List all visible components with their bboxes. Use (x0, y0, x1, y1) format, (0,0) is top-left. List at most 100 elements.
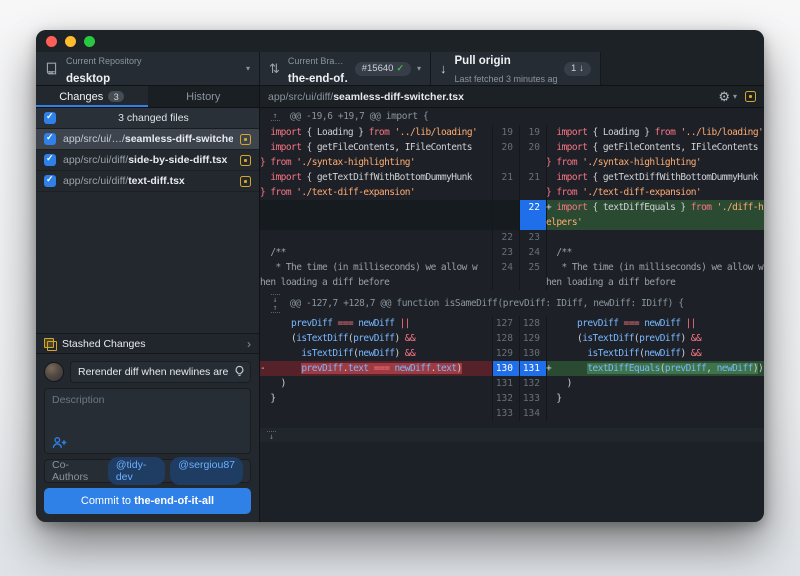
old-line-number[interactable]: 132 (492, 391, 519, 406)
description-box (44, 388, 251, 454)
diff-code-new[interactable]: import { getTextDiffWithBottomDummyHunk … (546, 170, 764, 200)
old-line-number[interactable]: 20 (492, 140, 519, 170)
expand-down-button[interactable]: ↓ (260, 428, 764, 442)
diff-hunk-header: ↓↑@@ -127,7 +128,7 @@ function isSameDif… (260, 290, 764, 316)
stashed-changes-row[interactable]: Stashed Changes › (36, 333, 259, 354)
new-line-number[interactable]: 132 (519, 376, 546, 391)
diff-path-bar: app/src/ui/diff/seamless-diff-switcher.t… (260, 86, 764, 108)
old-line-number[interactable]: 128 (492, 331, 519, 346)
diff-code-new[interactable] (546, 230, 764, 245)
diff-code-new[interactable]: * The time (in milliseconds) we allow w … (546, 260, 764, 290)
add-coauthor-icon[interactable] (52, 436, 68, 449)
old-line-number[interactable]: 131 (492, 376, 519, 391)
diff-body: ↑@@ -19,6 +19,7 @@ import { import { Loa… (260, 108, 764, 522)
description-input[interactable] (52, 394, 243, 436)
diff-code-old[interactable]: prevDiff === newDiff || (260, 316, 492, 331)
old-line-number[interactable]: 129 (492, 346, 519, 361)
new-line-number[interactable]: 129 (519, 331, 546, 346)
diff-code-old[interactable]: * The time (in milliseconds) we allow w … (260, 260, 492, 290)
old-line-number[interactable]: 133 (492, 406, 519, 421)
new-line-number[interactable]: 22 (519, 200, 546, 230)
new-line-number[interactable]: 24 (519, 245, 546, 260)
pull-origin-button[interactable]: ↓ Pull origin Last fetched 3 minutes ago… (431, 52, 601, 85)
diff-code-old[interactable] (260, 406, 492, 421)
file-row[interactable]: app/src/ui/…/seamless-diff-switcher.tsx (36, 129, 259, 150)
chevron-down-icon[interactable]: ▾ (733, 92, 737, 101)
file-checkbox[interactable] (44, 154, 56, 166)
diff-code-new[interactable]: import { getFileContents, IFileContents … (546, 140, 764, 170)
repository-picker[interactable]: Current Repository desktop ▾ (36, 52, 260, 85)
diff-code-old[interactable]: import { getTextDiffWithBottomDummyHunk … (260, 170, 492, 200)
coauthor-pill[interactable]: @sergiou87 (170, 457, 243, 485)
diff-code-new[interactable] (546, 406, 764, 421)
new-line-number[interactable]: 134 (519, 406, 546, 421)
diff-row: /**2324 /** (260, 245, 764, 260)
new-line-number[interactable]: 25 (519, 260, 546, 290)
old-line-number[interactable]: 130 (492, 361, 519, 376)
diff-code-old[interactable]: import { getFileContents, IFileContents … (260, 140, 492, 170)
expand-up-icon[interactable]: ↑ (271, 304, 280, 314)
diff-code-old[interactable]: } (260, 391, 492, 406)
arrow-down-icon: ↓ (579, 63, 584, 74)
coauthor-pill[interactable]: @tidy-dev (108, 457, 165, 485)
diff-code-new[interactable]: import { Loading } from '../lib/loading' (546, 125, 764, 140)
gear-icon[interactable]: ⚙ (718, 90, 730, 103)
include-all-checkbox[interactable] (44, 112, 56, 124)
new-line-number[interactable]: 130 (519, 346, 546, 361)
file-checkbox[interactable] (44, 133, 56, 145)
expand-down-icon[interactable]: ↓ (271, 293, 280, 303)
diff-row: isTextDiff(newDiff) &&129130 isTextDiff(… (260, 346, 764, 361)
minimize-button[interactable] (65, 36, 76, 47)
commit-form: Co-Authors @tidy-dev@sergiou87 Commit to… (36, 354, 259, 522)
old-line-number[interactable]: 24 (492, 260, 519, 290)
pull-count-badge: 1↓ (564, 62, 591, 76)
old-line-number[interactable]: 19 (492, 125, 519, 140)
diff-code-old[interactable] (260, 230, 492, 245)
old-line-number[interactable]: 23 (492, 245, 519, 260)
diff-code-new[interactable]: (isTextDiff(prevDiff) && (546, 331, 764, 346)
diff-code-old[interactable]: ) (260, 376, 492, 391)
branch-label: Current Bra… (288, 56, 344, 66)
diff-row: import { getTextDiffWithBottomDummyHunk … (260, 170, 764, 200)
diff-code-new[interactable]: isTextDiff(newDiff) && (546, 346, 764, 361)
diff-code-old[interactable]: - prevDiff.text === newDiff.text) (260, 361, 492, 376)
old-line-number[interactable]: 127 (492, 316, 519, 331)
new-line-number[interactable]: 131 (519, 361, 546, 376)
new-line-number[interactable]: 128 (519, 316, 546, 331)
file-checkbox[interactable] (44, 175, 56, 187)
old-line-number[interactable]: 22 (492, 230, 519, 245)
commit-button[interactable]: Commit to the-end-of-it-all (44, 488, 251, 514)
expand-up-icon[interactable]: ↑ (271, 112, 280, 122)
branch-picker[interactable]: ⇅ Current Bra… the-end-of… #15640✓ ▾ (260, 52, 431, 85)
file-row[interactable]: app/src/ui/diff/text-diff.tsx (36, 171, 259, 192)
diff-code-new[interactable]: /** (546, 245, 764, 260)
zoom-button[interactable] (84, 36, 95, 47)
new-line-number[interactable]: 133 (519, 391, 546, 406)
summary-input[interactable] (70, 361, 251, 383)
close-button[interactable] (46, 36, 57, 47)
diff-code-new[interactable]: ) (546, 376, 764, 391)
diff-code-old[interactable]: import { Loading } from '../lib/loading' (260, 125, 492, 140)
file-row[interactable]: app/src/ui/diff/side-by-side-diff.tsx (36, 150, 259, 171)
tab-history[interactable]: History (148, 86, 260, 107)
chevron-down-icon: ▾ (411, 64, 421, 73)
old-line-number[interactable] (492, 200, 519, 230)
diff-code-new[interactable]: + textDiffEquals(prevDiff, newDiff)) (546, 361, 764, 376)
new-line-number[interactable]: 19 (519, 125, 546, 140)
new-line-number[interactable]: 21 (519, 170, 546, 200)
expand-down-icon[interactable]: ↓ (267, 430, 276, 440)
diff-code-new[interactable]: prevDiff === newDiff || (546, 316, 764, 331)
diff-code-old[interactable]: /** (260, 245, 492, 260)
diff-row: * The time (in milliseconds) we allow w … (260, 260, 764, 290)
diff-code-old[interactable]: (isTextDiff(prevDiff) && (260, 331, 492, 346)
diff-code-new[interactable]: } (546, 391, 764, 406)
diff-code-new[interactable]: + import { textDiffEquals } from './diff… (546, 200, 764, 230)
app-window: Current Repository desktop ▾ ⇅ Current B… (36, 30, 764, 522)
old-line-number[interactable]: 21 (492, 170, 519, 200)
new-line-number[interactable]: 20 (519, 140, 546, 170)
diff-code-old[interactable]: isTextDiff(newDiff) && (260, 346, 492, 361)
modified-status-icon (240, 134, 251, 145)
diff-hunk-header: ↑@@ -19,6 +19,7 @@ import { (260, 108, 764, 125)
new-line-number[interactable]: 23 (519, 230, 546, 245)
tab-changes[interactable]: Changes 3 (36, 86, 148, 107)
